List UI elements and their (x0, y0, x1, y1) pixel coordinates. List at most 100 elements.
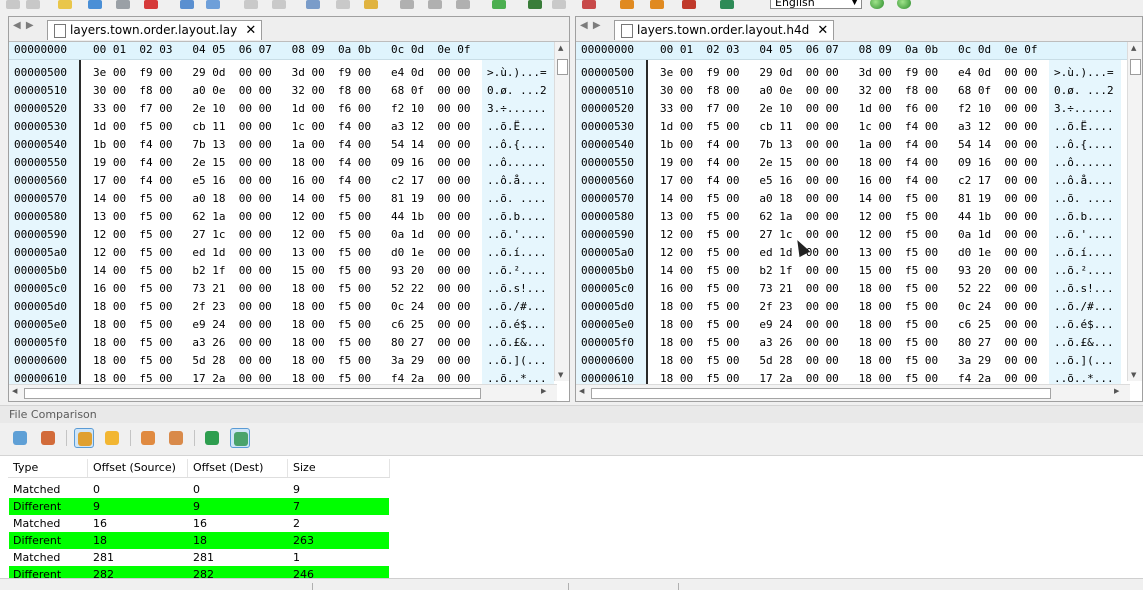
row-ascii[interactable]: ..õ.².... (1054, 262, 1120, 280)
find-icon[interactable] (400, 0, 414, 9)
row-ascii[interactable]: ..õ.](... (1054, 352, 1114, 370)
row-hex-bytes[interactable]: 3e 00 f9 00 29 0d 00 00 3d 00 f9 00 e4 0… (93, 64, 471, 82)
save-icon[interactable] (116, 0, 130, 9)
lock-icon[interactable] (620, 0, 634, 9)
tab-scroll-arrows-icon[interactable]: ◀ ▶ (13, 20, 35, 31)
undo-icon[interactable] (244, 0, 258, 9)
unlock-icon[interactable] (650, 0, 664, 9)
back-icon[interactable] (6, 0, 20, 9)
scroll-thumb[interactable] (557, 59, 568, 75)
row-ascii[interactable]: ..ô.å.... (487, 172, 547, 190)
row-ascii[interactable]: 3.÷...... (487, 100, 547, 118)
row-ascii[interactable]: ..õ.s!... (487, 280, 547, 298)
row-hex-bytes[interactable]: 18 00 f5 00 5d 28 00 00 18 00 f5 00 3a 2… (93, 352, 471, 370)
row-ascii[interactable]: ..õ.².... (487, 262, 553, 280)
find-next-icon[interactable] (456, 0, 470, 9)
table-row[interactable]: Different 18 18 263 (9, 532, 389, 549)
scroll-down-icon[interactable]: ▼ (558, 371, 563, 379)
calendar-icon[interactable] (682, 0, 696, 9)
row-hex-bytes[interactable]: 12 00 f5 00 ed 1d 00 00 13 00 f5 00 d0 1… (660, 244, 1038, 262)
redo-icon[interactable] (272, 0, 286, 9)
row-ascii[interactable]: ..õ. .... (487, 190, 547, 208)
compare-settings-button[interactable] (38, 428, 58, 448)
row-ascii[interactable]: ..ô...... (1054, 154, 1114, 172)
row-ascii[interactable]: ..õ.í.... (487, 244, 547, 262)
column-size[interactable]: Size (288, 459, 390, 477)
open-file-icon[interactable] (88, 0, 102, 9)
row-ascii[interactable]: ..õ.b.... (487, 208, 547, 226)
column-offset-source[interactable]: Offset (Source) (88, 459, 188, 477)
row-ascii[interactable]: ..õ.s!... (1054, 280, 1114, 298)
row-hex-bytes[interactable]: 18 00 f5 00 e9 24 00 00 18 00 f5 00 c6 2… (93, 316, 471, 334)
scroll-down-icon[interactable]: ▼ (1131, 371, 1136, 379)
row-hex-bytes[interactable]: 1d 00 f5 00 cb 11 00 00 1c 00 f4 00 a3 1… (93, 118, 471, 136)
row-ascii[interactable]: 0.ø. ...2 (487, 82, 547, 100)
row-hex-bytes[interactable]: 16 00 f5 00 73 21 00 00 18 00 f5 00 52 2… (93, 280, 471, 298)
new-file-icon[interactable] (58, 0, 72, 9)
row-ascii[interactable]: 0.ø. ...2 (1054, 82, 1114, 100)
language-select[interactable]: English ▼ (770, 0, 862, 9)
scroll-up-icon[interactable]: ▲ (558, 44, 563, 52)
globe-icon[interactable] (870, 0, 884, 9)
row-ascii[interactable]: ..õ.Ë.... (1054, 118, 1114, 136)
row-ascii[interactable]: ..ô.{.... (487, 136, 547, 154)
scroll-right-icon[interactable]: ▶ (1114, 387, 1119, 395)
bookmark-icon[interactable] (492, 0, 506, 9)
row-ascii[interactable]: ..õ.£&... (1054, 334, 1114, 352)
show-matched-button[interactable] (74, 428, 94, 448)
tab-left-file[interactable]: layers.town.order.layout.lay ✕ (47, 20, 263, 40)
close-file-icon[interactable] (144, 0, 158, 9)
plugin-icon[interactable] (720, 0, 734, 9)
row-ascii[interactable]: ..õ.'.... (1054, 226, 1114, 244)
row-hex-bytes[interactable]: 1d 00 f5 00 cb 11 00 00 1c 00 f4 00 a3 1… (660, 118, 1038, 136)
row-ascii[interactable]: 3.÷...... (1054, 100, 1114, 118)
scroll-right-icon[interactable]: ▶ (541, 387, 546, 395)
row-hex-bytes[interactable]: 12 00 f5 00 ed 1d 00 00 13 00 f5 00 d0 1… (93, 244, 471, 262)
row-hex-bytes[interactable]: 18 00 f5 00 5d 28 00 00 18 00 f5 00 3a 2… (660, 352, 1038, 370)
tab-scroll-arrows-icon[interactable]: ◀ ▶ (580, 20, 602, 31)
row-ascii[interactable]: ..ô.{.... (1054, 136, 1114, 154)
row-ascii[interactable]: ..õ.é$... (1054, 316, 1114, 334)
show-different-button[interactable] (102, 428, 122, 448)
row-ascii[interactable]: ..õ.'.... (487, 226, 547, 244)
row-hex-bytes[interactable]: 30 00 f8 00 a0 0e 00 00 32 00 f8 00 68 0… (660, 82, 1038, 100)
table-row[interactable]: Matched 16 16 2 (9, 515, 389, 532)
checksum-icon[interactable] (582, 0, 596, 9)
row-hex-bytes[interactable]: 19 00 f4 00 2e 15 00 00 18 00 f4 00 09 1… (660, 154, 1038, 172)
row-hex-bytes[interactable]: 3e 00 f9 00 29 0d 00 00 3d 00 f9 00 e4 0… (660, 64, 1038, 82)
column-offset-dest[interactable]: Offset (Dest) (188, 459, 288, 477)
scroll-thumb[interactable] (1130, 59, 1141, 75)
compare-icon[interactable] (552, 0, 566, 9)
hscroll-thumb[interactable] (24, 388, 481, 399)
row-hex-bytes[interactable]: 14 00 f5 00 a0 18 00 00 14 00 f5 00 81 1… (660, 190, 1038, 208)
row-hex-bytes[interactable]: 14 00 f5 00 b2 1f 00 00 15 00 f5 00 93 2… (660, 262, 1038, 280)
paste-icon[interactable] (206, 0, 220, 9)
hscroll-thumb[interactable] (591, 388, 1051, 399)
replace-icon[interactable] (428, 0, 442, 9)
row-hex-bytes[interactable]: 12 00 f5 00 27 1c 00 00 12 00 f5 00 0a 1… (93, 226, 471, 244)
goto-icon[interactable] (528, 0, 542, 9)
insert-icon[interactable] (364, 0, 378, 9)
row-hex-bytes[interactable]: 14 00 f5 00 b2 1f 00 00 15 00 f5 00 93 2… (93, 262, 471, 280)
row-hex-bytes[interactable]: 19 00 f4 00 2e 15 00 00 18 00 f4 00 09 1… (93, 154, 471, 172)
row-ascii[interactable]: ..õ./#... (487, 298, 547, 316)
row-hex-bytes[interactable]: 13 00 f5 00 62 1a 00 00 12 00 f5 00 44 1… (660, 208, 1038, 226)
vertical-scrollbar[interactable]: ▲ ▼ (554, 42, 569, 381)
close-icon[interactable]: ✕ (817, 21, 828, 40)
vertical-scrollbar[interactable]: ▲ ▼ (1127, 42, 1142, 381)
row-hex-bytes[interactable]: 33 00 f7 00 2e 10 00 00 1d 00 f6 00 f2 1… (93, 100, 471, 118)
close-icon[interactable]: ✕ (245, 21, 256, 40)
table-row[interactable]: Matched 281 281 1 (9, 549, 389, 566)
table-row[interactable]: Matched 0 0 9 (9, 481, 389, 498)
row-hex-bytes[interactable]: 30 00 f8 00 a0 0e 00 00 32 00 f8 00 68 0… (93, 82, 471, 100)
table-row[interactable]: Different 282 282 246 (9, 566, 389, 578)
sync-scroll-button[interactable] (230, 428, 250, 448)
row-ascii[interactable]: ..õ.](... (487, 352, 547, 370)
compare-refresh-button[interactable] (10, 428, 30, 448)
row-ascii[interactable]: ..õ.£&... (487, 334, 547, 352)
row-hex-bytes[interactable]: 13 00 f5 00 62 1a 00 00 12 00 f5 00 44 1… (93, 208, 471, 226)
previous-difference-button[interactable] (138, 428, 158, 448)
row-hex-bytes[interactable]: 17 00 f4 00 e5 16 00 00 16 00 f4 00 c2 1… (93, 172, 471, 190)
next-difference-button[interactable] (166, 428, 186, 448)
row-ascii[interactable]: ..õ.Ë.... (487, 118, 547, 136)
